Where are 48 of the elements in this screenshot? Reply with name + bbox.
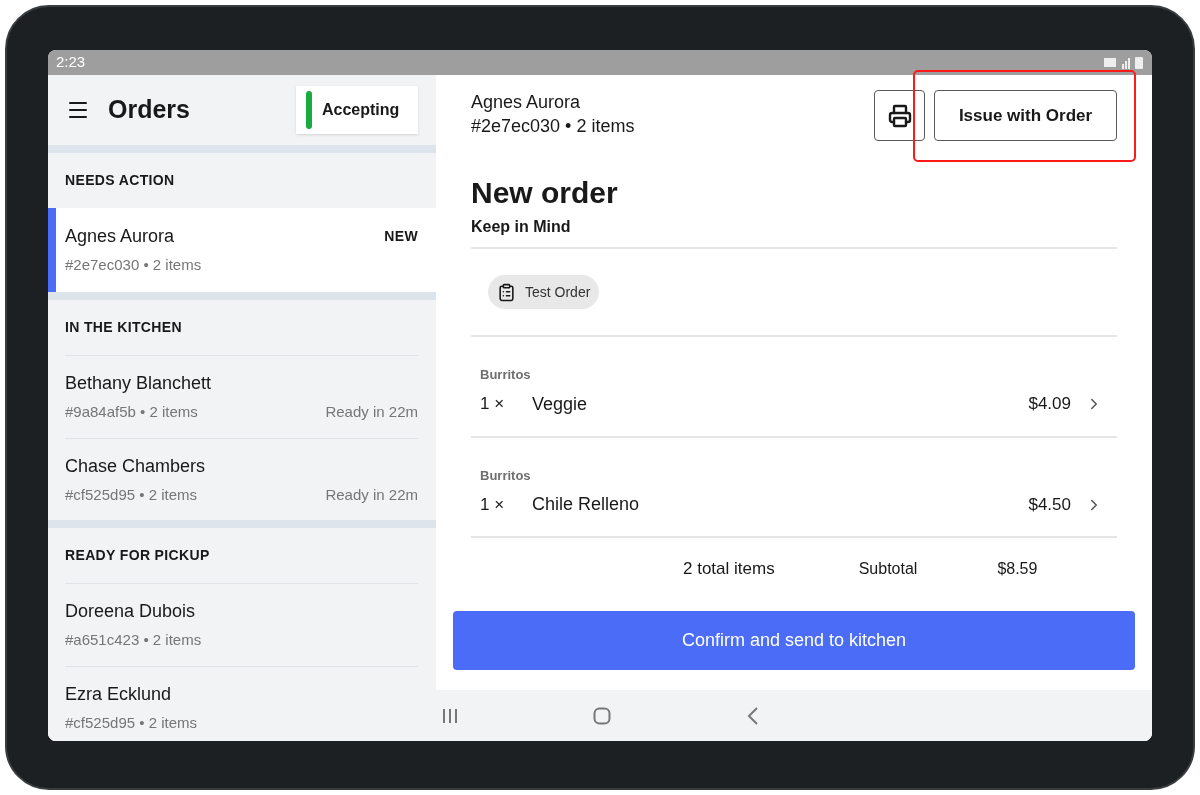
customer-name: Agnes Aurora (65, 225, 175, 249)
item-category: Burritos (480, 366, 532, 384)
item-price: $4.09 (1028, 393, 1071, 416)
order-summary: #2e7ec030 • 2 items (65, 255, 202, 276)
ready-time: Ready in 22m (325, 402, 418, 422)
item-quantity: 1 × (480, 393, 506, 416)
tag-chip: Test Order (488, 275, 600, 309)
customer-name: Agnes Aurora (471, 91, 582, 114)
order-summary: #9a84af5b • 2 items (65, 402, 198, 422)
issue-button[interactable]: Issue with Order (934, 90, 1117, 141)
order-item[interactable]: Burritos 1 × Veggie $4.09 (471, 337, 1117, 438)
item-name: Chile Relleno (532, 493, 640, 516)
item-quantity: 1 × (480, 493, 506, 516)
section-heading: IN THE KITCHEN (65, 318, 182, 337)
customer-name: Chase Chambers (65, 454, 206, 478)
sidebar-title: Orders (108, 94, 190, 126)
subtotal-amount: $8.59 (997, 558, 1038, 579)
order-title: New order (471, 175, 619, 211)
total-items: 2 total items (683, 558, 775, 580)
customer-name: Ezra Ecklund (65, 682, 172, 706)
item-name: Veggie (532, 392, 588, 416)
order-summary: #a651c423 • 2 items (65, 630, 202, 650)
section-heading: NEEDS ACTION (65, 171, 175, 190)
new-label: NEW (384, 227, 418, 247)
print-button[interactable] (874, 90, 925, 141)
clock: 2:23 (56, 52, 86, 73)
customer-name: Bethany Blanchett (65, 372, 212, 395)
confirm-button[interactable]: Confirm and send to kitchen (453, 611, 1135, 670)
order-row[interactable]: Agnes Aurora NEW #2e7ec030 • 2 items (48, 208, 436, 292)
order-summary: #cf525d95 • 2 items (65, 712, 197, 733)
order-item[interactable]: Burritos 1 × Chile Relleno $4.50 (471, 437, 1117, 538)
status-label: Accepting (322, 100, 400, 120)
recent-apps-icon[interactable] (442, 707, 458, 724)
section-heading: READY FOR PICKUP (65, 546, 210, 565)
back-icon[interactable] (747, 706, 759, 725)
store-status-toggle[interactable]: Accepting (296, 86, 418, 134)
customer-name: Doreena Dubois (65, 600, 196, 623)
order-summary: #2e7ec030 • 2 items (471, 115, 635, 138)
ready-time: Ready in 22m (325, 484, 418, 505)
home-icon[interactable] (593, 706, 611, 725)
item-category: Burritos (480, 466, 532, 485)
clipboard-icon (497, 282, 516, 302)
signal-battery-icon (1104, 55, 1144, 70)
order-summary: #cf525d95 • 2 items (65, 484, 197, 505)
item-price: $4.50 (1028, 493, 1071, 516)
subtotal-label: Subtotal (858, 558, 918, 579)
notes-heading: Keep in Mind (471, 215, 1117, 249)
printer-icon (887, 103, 912, 128)
